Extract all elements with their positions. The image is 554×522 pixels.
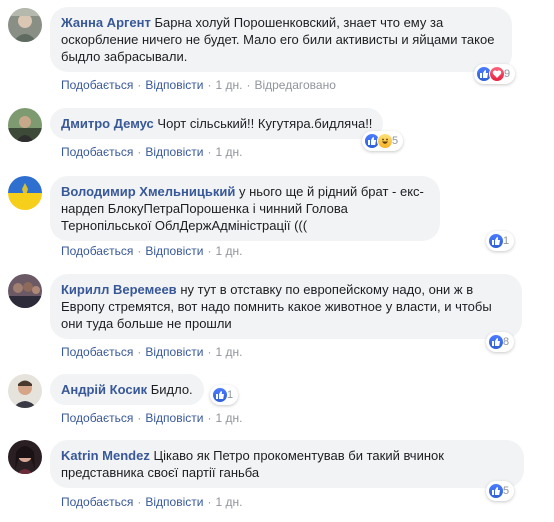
reactions-summary[interactable]: 8 <box>486 332 515 352</box>
reactions-summary[interactable]: 1 <box>486 231 515 251</box>
comment-actions: Подобається · Відповісти · 1 дн. <box>61 244 242 258</box>
separator: · <box>137 495 142 509</box>
reply-button[interactable]: Відповісти <box>145 78 203 92</box>
avatar[interactable] <box>8 374 42 408</box>
comment-timestamp[interactable]: 1 дн. <box>215 495 242 509</box>
reactions-summary[interactable]: 5 <box>362 131 404 151</box>
reaction-count: 1 <box>503 235 510 247</box>
reaction-count: 5 <box>392 135 399 147</box>
like-button[interactable]: Подобається <box>61 411 133 425</box>
avatar[interactable] <box>8 176 42 210</box>
comment-author[interactable]: Андрій Косик <box>61 382 147 397</box>
reactions-summary[interactable]: 9 <box>474 64 516 84</box>
comment-bubble: Katrin Mendez Цікаво як Петро прокоменту… <box>50 440 524 488</box>
separator: · <box>137 78 142 92</box>
reactions-summary[interactable]: 5 <box>486 481 515 501</box>
comment-author[interactable]: Жанна Аргент <box>61 15 151 30</box>
reply-button[interactable]: Відповісти <box>145 244 203 258</box>
avatar[interactable] <box>8 108 42 142</box>
comment-actions: Подобається · Відповісти · 1 дн. <box>61 411 242 425</box>
reaction-count: 1 <box>227 389 234 401</box>
comment-item: Володимир Хмельницький у нього ще й рідн… <box>0 170 554 270</box>
like-button[interactable]: Подобається <box>61 495 133 509</box>
reply-button[interactable]: Відповісти <box>145 145 203 159</box>
separator: · <box>137 345 142 359</box>
comment-item: Кирилл Веремеев ну тут в отставку по евр… <box>0 270 554 370</box>
reply-button[interactable]: Відповісти <box>145 345 203 359</box>
reaction-count: 5 <box>503 485 510 497</box>
reaction-count: 9 <box>504 68 511 80</box>
comment-bubble: Володимир Хмельницький у нього ще й рідн… <box>50 176 440 241</box>
comment-text: Бидло. <box>150 382 193 397</box>
comment-item: Дмитро Демус Чорт сільський!! Кугутяра.б… <box>0 100 554 170</box>
separator: · <box>207 411 212 425</box>
haha-icon <box>377 133 393 149</box>
avatar[interactable] <box>8 440 42 474</box>
separator: · <box>137 411 142 425</box>
like-icon <box>488 233 504 249</box>
comment-timestamp[interactable]: 1 дн. <box>215 145 242 159</box>
separator: · <box>207 495 212 509</box>
comment-author[interactable]: Кирилл Веремеев <box>61 282 177 297</box>
comment-item: Katrin Mendez Цікаво як Петро прокоменту… <box>0 430 554 522</box>
comment-bubble: Кирилл Веремеев ну тут в отставку по евр… <box>50 274 522 339</box>
reactions-summary[interactable]: 1 <box>210 385 239 405</box>
comment-bubble: Дмитро Демус Чорт сільський!! Кугутяра.б… <box>50 108 384 139</box>
comment-timestamp[interactable]: 1 дн. <box>215 244 242 258</box>
reply-button[interactable]: Відповісти <box>145 411 203 425</box>
comment-author[interactable]: Katrin Mendez <box>61 448 150 463</box>
comment-timestamp[interactable]: 1 дн. <box>215 411 242 425</box>
like-icon <box>488 334 504 350</box>
comment-author[interactable]: Володимир Хмельницький <box>61 184 235 199</box>
love-icon <box>489 66 505 82</box>
comment-timestamp[interactable]: 1 дн. <box>215 345 242 359</box>
separator: · <box>246 78 251 92</box>
comment-actions: Подобається · Відповісти · 1 дн. <box>61 345 242 359</box>
comment-item: Жанна Аргент Барна холуй Порошенковский,… <box>0 0 554 100</box>
comment-actions: Подобається · Відповісти · 1 дн. · Відредагова… <box>61 78 336 92</box>
comment-bubble: Андрій Косик Бидло. <box>50 374 204 405</box>
separator: · <box>207 345 212 359</box>
comment-text: Чорт сільський!! Кугутяра.бидляча!! <box>157 116 373 131</box>
edited-label[interactable]: Відредаговано <box>254 78 335 92</box>
separator: · <box>137 244 142 258</box>
comment-actions: Подобається · Відповісти · 1 дн. <box>61 495 242 509</box>
avatar[interactable] <box>8 274 42 308</box>
reply-button[interactable]: Відповісти <box>145 495 203 509</box>
like-icon <box>488 483 504 499</box>
like-button[interactable]: Подобається <box>61 78 133 92</box>
comment-item: Андрій Косик Бидло. 1 Подобається · Відпов… <box>0 370 554 430</box>
like-button[interactable]: Подобається <box>61 244 133 258</box>
comment-timestamp[interactable]: 1 дн. <box>215 78 242 92</box>
reaction-count: 8 <box>503 336 510 348</box>
comment-bubble: Жанна Аргент Барна холуй Порошенковский,… <box>50 7 512 72</box>
separator: · <box>207 78 212 92</box>
separator: · <box>207 244 212 258</box>
like-icon <box>212 387 228 403</box>
like-button[interactable]: Подобається <box>61 345 133 359</box>
comment-actions: Подобається · Відповісти · 1 дн. <box>61 145 242 159</box>
comment-author[interactable]: Дмитро Демус <box>61 116 154 131</box>
like-button[interactable]: Подобається <box>61 145 133 159</box>
avatar[interactable] <box>8 8 42 42</box>
separator: · <box>207 145 212 159</box>
separator: · <box>137 145 142 159</box>
